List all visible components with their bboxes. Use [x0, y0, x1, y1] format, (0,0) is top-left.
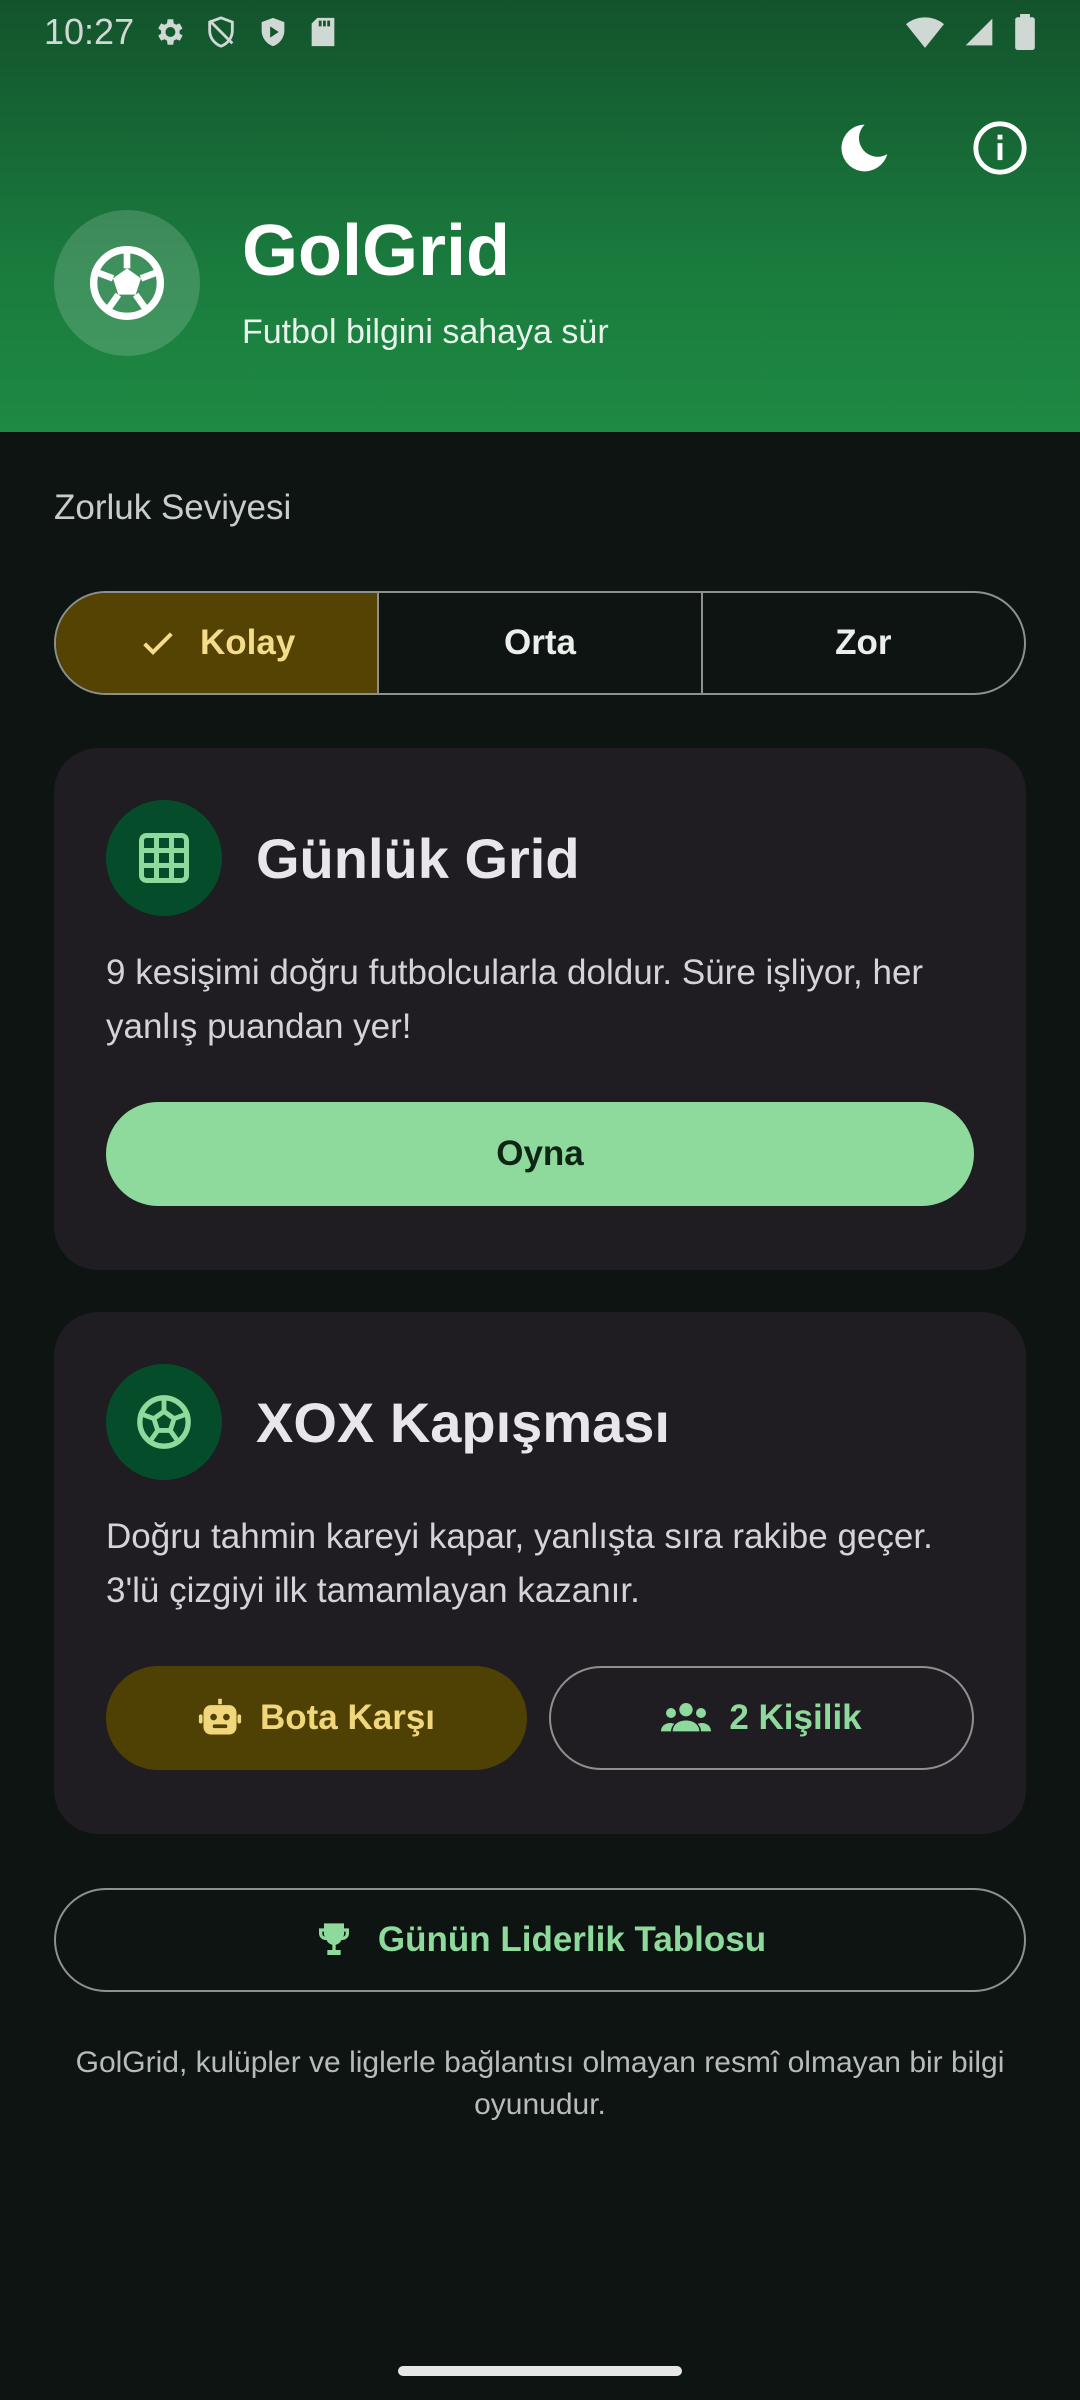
app-logo [54, 210, 200, 356]
xox-icon-badge [106, 1364, 222, 1480]
app-title: GolGrid [242, 210, 510, 291]
difficulty-option-label: Orta [504, 623, 576, 662]
status-time: 10:27 [44, 11, 135, 52]
soccer-ball-icon [137, 1395, 191, 1449]
two-player-button[interactable]: 2 Kişilik [549, 1666, 974, 1770]
leaderboard-button[interactable]: Günün Liderlik Tablosu [54, 1888, 1026, 1992]
group-icon [661, 1703, 712, 1732]
leaderboard-label: Günün Liderlik Tablosu [377, 1920, 767, 1959]
signal-status-icon [965, 18, 993, 46]
info-icon [973, 121, 1027, 175]
difficulty-option-hard[interactable]: Zor [700, 593, 1024, 693]
two-player-label: 2 Kişilik [729, 1698, 862, 1737]
info-button[interactable] [964, 112, 1036, 184]
grid-icon-badge [106, 800, 222, 916]
trophy-icon [318, 1923, 349, 1955]
difficulty-option-label: Zor [835, 623, 892, 662]
app-subtitle: Futbol bilgini sahaya sür [242, 312, 609, 351]
daily-grid-description: 9 kesişimi doğru futbolcularla doldur. S… [106, 953, 924, 1046]
daily-grid-card: Günlük Grid 9 kesişimi doğru futbolcular… [54, 748, 1026, 1270]
grid-icon [139, 833, 189, 883]
moon-icon [841, 124, 888, 172]
difficulty-option-label: Kolay [200, 623, 296, 662]
xox-description: Doğru tahmin kareyi kapar, yanlışta sıra… [106, 1517, 933, 1610]
settings-status-icon [158, 19, 183, 45]
difficulty-selector: Kolay Orta Zor [54, 591, 1026, 695]
vs-bot-button[interactable]: Bota Karşı [106, 1666, 527, 1770]
soccer-ball-icon [90, 246, 164, 320]
daily-grid-title: Günlük Grid [256, 826, 580, 890]
difficulty-option-medium[interactable]: Orta [377, 593, 700, 693]
check-icon [143, 632, 173, 655]
xox-title: XOX Kapışması [256, 1390, 670, 1454]
status-bar: 10:27 [0, 0, 1080, 64]
play-button[interactable]: Oyna [106, 1102, 974, 1206]
difficulty-label: Zorluk Seviyesi [54, 488, 292, 527]
brand: GolGrid Futbol bilgini sahaya sür [54, 210, 609, 356]
disclaimer-text: GolGrid, kulüpler ve liglerle bağlantısı… [75, 2046, 1005, 2121]
shield-status-icon [208, 16, 234, 48]
app-header: 10:27 GolGrid Futbol bilgini sahaya sür [0, 0, 1080, 432]
home-indicator[interactable] [398, 2366, 682, 2376]
play-shield-status-icon [261, 17, 285, 47]
xox-card: XOX Kapışması Doğru tahmin kareyi kapar,… [54, 1312, 1026, 1834]
difficulty-option-easy[interactable]: Kolay [56, 593, 378, 693]
wifi-status-icon [906, 17, 944, 48]
battery-status-icon [1015, 14, 1035, 50]
robot-icon [198, 1698, 242, 1735]
sd-card-status-icon [311, 17, 335, 47]
vs-bot-label: Bota Karşı [259, 1698, 436, 1737]
dark-mode-button[interactable] [828, 112, 900, 184]
